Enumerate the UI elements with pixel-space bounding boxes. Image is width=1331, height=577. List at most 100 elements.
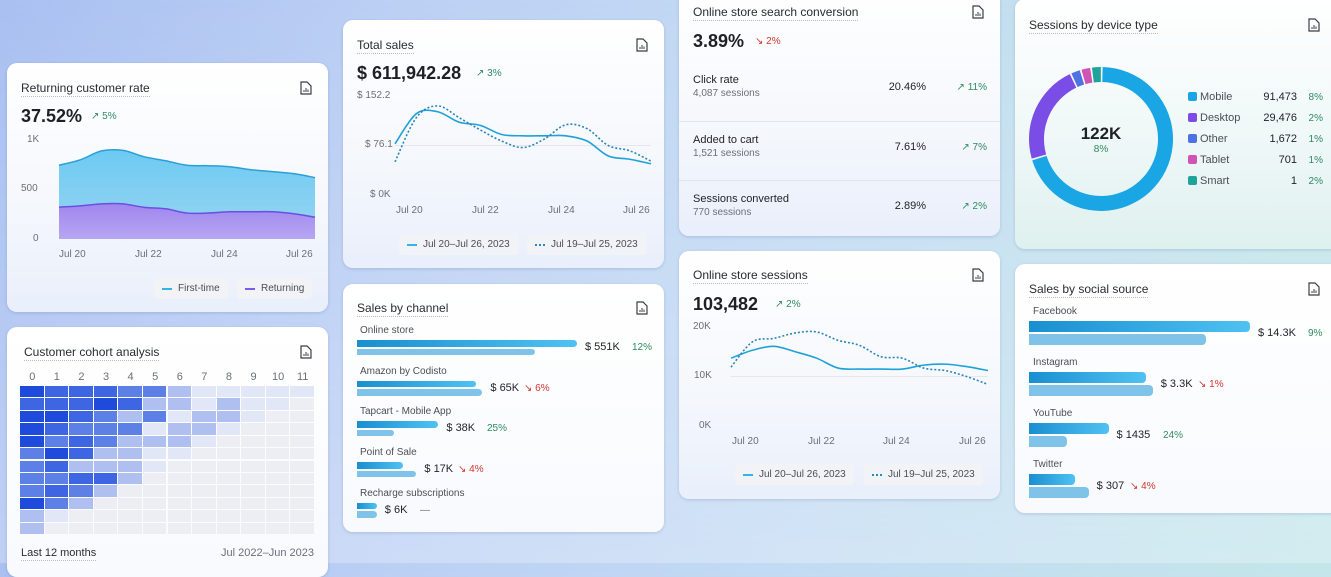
cohort-cell[interactable] — [44, 435, 69, 448]
cohort-cell[interactable] — [142, 386, 167, 398]
cohort-cell[interactable] — [192, 497, 216, 510]
cohort-cell[interactable] — [241, 472, 265, 485]
cohort-cell[interactable] — [93, 497, 118, 510]
cohort-cell[interactable] — [265, 386, 290, 398]
cohort-cell[interactable] — [192, 510, 216, 522]
bar-previous[interactable] — [357, 429, 395, 437]
bar-previous[interactable] — [1029, 334, 1206, 345]
cohort-cell[interactable] — [265, 398, 290, 410]
cohort-cell[interactable] — [44, 522, 69, 534]
cohort-cell[interactable] — [118, 435, 142, 448]
bar-previous[interactable] — [357, 348, 536, 355]
cohort-cell[interactable] — [118, 423, 142, 435]
cohort-cell[interactable] — [265, 460, 290, 472]
conversion-row[interactable]: Added to cart 1,521 sessions 7.61% ↗ 7% — [679, 128, 1000, 174]
cohort-cell[interactable] — [44, 460, 69, 472]
cohort-cell[interactable] — [192, 423, 216, 435]
bar-current[interactable] — [357, 380, 476, 388]
cohort-cell[interactable] — [69, 472, 93, 485]
cohort-cell[interactable] — [290, 510, 314, 522]
cohort-cell[interactable] — [44, 398, 69, 410]
cohort-cell[interactable] — [290, 485, 314, 497]
conversion-row[interactable]: Sessions converted 770 sessions 2.89% ↗ 2% — [679, 187, 1000, 233]
cohort-cell[interactable] — [167, 460, 192, 472]
cohort-cell[interactable] — [265, 497, 290, 510]
export-report-icon[interactable] — [636, 301, 648, 315]
cohort-cell[interactable] — [290, 423, 314, 435]
cohort-cell[interactable] — [167, 423, 192, 435]
cohort-cell[interactable] — [192, 472, 216, 485]
cohort-cell[interactable] — [167, 485, 192, 497]
cohort-cell[interactable] — [216, 460, 241, 472]
card-title[interactable]: Online store search conversion — [693, 5, 859, 21]
cohort-cell[interactable] — [142, 460, 167, 472]
cohort-cell[interactable] — [265, 410, 290, 423]
cohort-cell[interactable] — [216, 472, 241, 485]
legend-previous-period[interactable]: Jul 19–Jul 25, 2023 — [527, 234, 646, 255]
cohort-cell[interactable] — [93, 398, 118, 410]
card-title[interactable]: Sales by social source — [1029, 282, 1149, 298]
cohort-cell[interactable] — [20, 510, 44, 522]
cohort-cell[interactable] — [69, 435, 93, 448]
cohort-cell[interactable] — [44, 448, 69, 460]
cohort-cell[interactable] — [290, 435, 314, 448]
bar-current[interactable] — [1029, 423, 1109, 434]
cohort-cell[interactable] — [192, 460, 216, 472]
cohort-cell[interactable] — [118, 386, 142, 398]
bar-previous[interactable] — [1029, 436, 1067, 447]
cohort-cell[interactable] — [192, 410, 216, 423]
legend-returning[interactable]: Returning — [237, 278, 313, 299]
cohort-cell[interactable] — [192, 398, 216, 410]
cohort-cell[interactable] — [142, 448, 167, 460]
cohort-cell[interactable] — [20, 386, 44, 398]
cohort-cell[interactable] — [118, 472, 142, 485]
cohort-cell[interactable] — [93, 510, 118, 522]
cohort-cell[interactable] — [142, 410, 167, 423]
cohort-cell[interactable] — [216, 386, 241, 398]
cohort-cell[interactable] — [20, 485, 44, 497]
cohort-cell[interactable] — [192, 435, 216, 448]
cohort-cell[interactable] — [118, 485, 142, 497]
bar-previous[interactable] — [1029, 487, 1089, 498]
conversion-row[interactable]: Click rate 4,087 sessions 20.46% ↗ 11% — [679, 68, 1000, 114]
cohort-cell[interactable] — [93, 386, 118, 398]
cohort-cell[interactable] — [69, 485, 93, 497]
bar-current[interactable] — [357, 421, 439, 428]
export-report-icon[interactable] — [972, 5, 984, 19]
cohort-cell[interactable] — [44, 423, 69, 435]
cohort-cell[interactable] — [216, 485, 241, 497]
cohort-cell[interactable] — [167, 398, 192, 410]
cohort-cell[interactable] — [241, 510, 265, 522]
card-title[interactable]: Customer cohort analysis — [24, 345, 160, 361]
cohort-cell[interactable] — [241, 398, 265, 410]
cohort-cell[interactable] — [20, 423, 44, 435]
cohort-cell[interactable] — [167, 510, 192, 522]
cohort-cell[interactable] — [142, 497, 167, 510]
cohort-cell[interactable] — [265, 510, 290, 522]
cohort-cell[interactable] — [69, 510, 93, 522]
cohort-cell[interactable] — [69, 386, 93, 398]
cohort-cell[interactable] — [93, 410, 118, 423]
cohort-cell[interactable] — [216, 497, 241, 510]
cohort-cell[interactable] — [20, 448, 44, 460]
cohort-cell[interactable] — [167, 435, 192, 448]
cohort-cell[interactable] — [192, 485, 216, 497]
cohort-cell[interactable] — [118, 460, 142, 472]
cohort-cell[interactable] — [167, 522, 192, 534]
cohort-cell[interactable] — [118, 410, 142, 423]
card-title[interactable]: Sales by channel — [357, 301, 449, 317]
cohort-cell[interactable] — [93, 460, 118, 472]
cohort-cell[interactable] — [93, 448, 118, 460]
cohort-cell[interactable] — [167, 386, 192, 398]
cohort-cell[interactable] — [290, 398, 314, 410]
cohort-cell[interactable] — [290, 472, 314, 485]
cohort-cell[interactable] — [44, 410, 69, 423]
legend-first-time[interactable]: First-time — [154, 278, 228, 299]
cohort-cell[interactable] — [290, 497, 314, 510]
cohort-cell[interactable] — [20, 472, 44, 485]
cohort-cell[interactable] — [20, 410, 44, 423]
cohort-cell[interactable] — [44, 472, 69, 485]
cohort-cell[interactable] — [118, 510, 142, 522]
cohort-cell[interactable] — [241, 448, 265, 460]
cohort-cell[interactable] — [44, 497, 69, 510]
